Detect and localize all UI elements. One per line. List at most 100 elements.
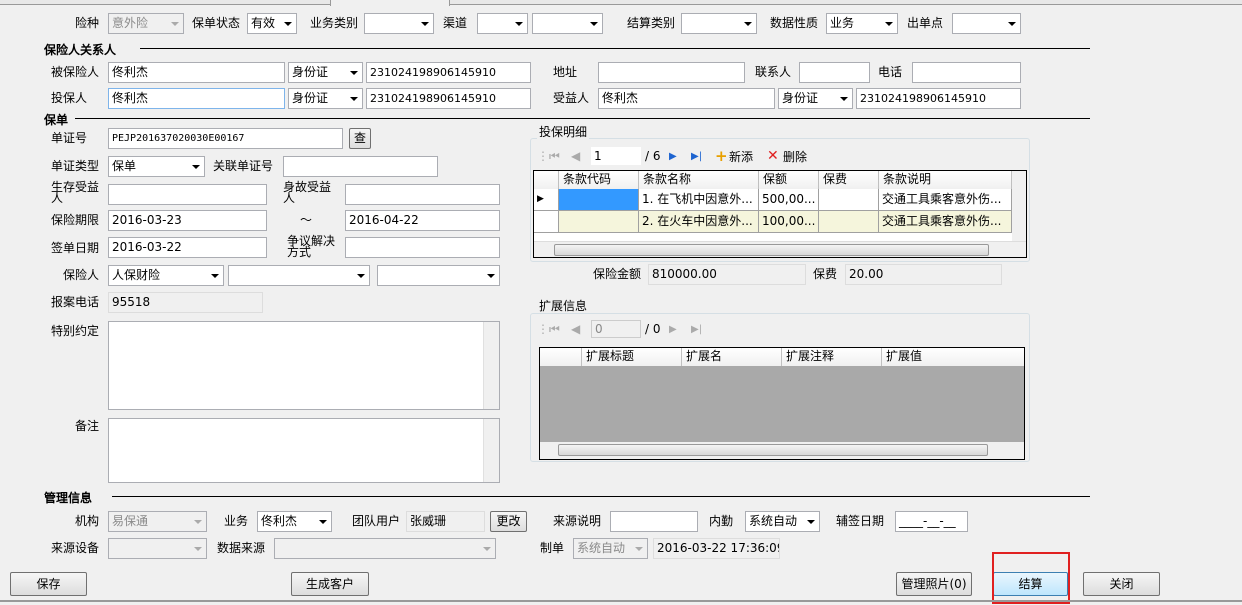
dispute-input[interactable] bbox=[345, 237, 500, 258]
premium-input[interactable]: 20.00 bbox=[845, 264, 1002, 285]
source-device-select[interactable] bbox=[108, 538, 207, 559]
settlement-category-select[interactable] bbox=[681, 13, 757, 34]
channel-sub-select[interactable] bbox=[532, 13, 603, 34]
insured-id-input[interactable]: 231024198906145910 bbox=[366, 62, 531, 83]
add-button[interactable]: 新添 bbox=[729, 148, 767, 165]
beneficiary-name-input[interactable]: 佟利杰 bbox=[598, 88, 775, 109]
table-cell[interactable] bbox=[559, 189, 639, 211]
channel-select[interactable] bbox=[477, 13, 528, 34]
column-header[interactable]: 条款名称 bbox=[639, 171, 759, 189]
column-header[interactable]: 保额 bbox=[759, 171, 819, 189]
change-button[interactable]: 更改 bbox=[490, 511, 527, 532]
first-page-icon[interactable]: ⏮ bbox=[549, 322, 571, 337]
scrollbar-thumb[interactable] bbox=[554, 244, 989, 256]
next-page-icon[interactable]: ▶ bbox=[669, 151, 691, 162]
table-cell[interactable] bbox=[819, 189, 879, 211]
first-page-icon[interactable]: ⏮ bbox=[549, 149, 571, 164]
period-end-input[interactable]: 2016-04-22 bbox=[345, 210, 500, 231]
manage-photos-button[interactable]: 管理照片(0) bbox=[896, 572, 972, 596]
source-desc-input[interactable] bbox=[610, 511, 698, 532]
settlement-category-label: 结算类别 bbox=[627, 16, 676, 30]
maker-select[interactable]: 系统自动 bbox=[573, 538, 648, 559]
prev-page-icon[interactable]: ◀ bbox=[571, 149, 591, 163]
horizontal-scrollbar[interactable] bbox=[540, 442, 1024, 459]
tab-active[interactable] bbox=[330, 0, 450, 6]
page-input[interactable]: 0 bbox=[591, 320, 641, 338]
insurer-select[interactable]: 人保财险 bbox=[108, 265, 224, 286]
last-page-icon[interactable]: ▶| bbox=[691, 324, 715, 335]
survival-beneficiary-input[interactable] bbox=[108, 184, 267, 205]
beneficiary-id-input[interactable]: 231024198906145910 bbox=[856, 88, 1021, 109]
applicant-id-input[interactable]: 231024198906145910 bbox=[366, 88, 531, 109]
chevron-down-icon bbox=[194, 520, 202, 524]
scrollbar-thumb[interactable] bbox=[558, 444, 988, 456]
query-button[interactable]: 查 bbox=[349, 128, 371, 149]
table-cell[interactable]: 1. 在飞机中因意外... bbox=[639, 189, 759, 211]
sum-insured-input[interactable]: 810000.00 bbox=[648, 264, 806, 285]
address-input[interactable] bbox=[598, 62, 745, 83]
close-button[interactable]: 关闭 bbox=[1083, 572, 1160, 596]
delete-button[interactable]: 删除 bbox=[783, 148, 807, 165]
data-nature-select[interactable]: 业务 bbox=[826, 13, 898, 34]
period-start-input[interactable]: 2016-03-23 bbox=[108, 210, 267, 231]
phone-input[interactable] bbox=[912, 62, 1021, 83]
column-header[interactable]: 保费 bbox=[819, 171, 879, 189]
org-select[interactable]: 易保通 bbox=[108, 511, 207, 532]
horizontal-scrollbar[interactable] bbox=[534, 241, 1026, 257]
issuing-point-select[interactable] bbox=[952, 13, 1021, 34]
chevron-down-icon bbox=[590, 22, 598, 26]
table-cell[interactable]: 2. 在火车中因意外... bbox=[639, 211, 759, 233]
doc-no-input[interactable]: PEJP201637020030E00167 bbox=[108, 128, 343, 149]
page-input[interactable]: 1 bbox=[591, 147, 641, 165]
chevron-down-icon bbox=[515, 22, 523, 26]
insurance-type-select[interactable]: 意外险 bbox=[108, 13, 184, 34]
biz-select[interactable]: 佟利杰 bbox=[257, 511, 332, 532]
column-header[interactable]: 扩展标题 bbox=[582, 348, 682, 366]
save-button[interactable]: 保存 bbox=[10, 572, 87, 596]
insurer-branch-select[interactable] bbox=[228, 265, 370, 286]
applicant-name-input[interactable]: 佟利杰 bbox=[108, 88, 285, 109]
table-cell[interactable]: 500,00... bbox=[759, 189, 819, 211]
chevron-down-icon bbox=[284, 22, 292, 26]
chevron-down-icon bbox=[807, 520, 815, 524]
make-time-input[interactable]: 2016-03-22 17:36:09 bbox=[653, 538, 780, 559]
policy-status-select[interactable]: 有效 bbox=[247, 13, 297, 34]
table-cell[interactable] bbox=[819, 211, 879, 233]
scrollbar[interactable] bbox=[483, 419, 499, 482]
table-cell[interactable]: 交通工具乘客意外伤... bbox=[879, 211, 1012, 233]
table-cell[interactable] bbox=[559, 211, 639, 233]
next-page-icon[interactable]: ▶ bbox=[669, 324, 691, 335]
special-terms-textarea[interactable] bbox=[108, 321, 500, 410]
remarks-textarea[interactable] bbox=[108, 418, 500, 483]
insured-name-input[interactable]: 佟利杰 bbox=[108, 62, 285, 83]
scrollbar[interactable] bbox=[483, 322, 499, 409]
column-header[interactable]: 条款说明 bbox=[879, 171, 1012, 189]
assist-date-input[interactable]: ____-__-__ bbox=[895, 511, 968, 532]
applicant-id-type-select[interactable]: 身份证 bbox=[288, 88, 363, 109]
column-header[interactable]: 扩展名 bbox=[682, 348, 782, 366]
last-page-icon[interactable]: ▶| bbox=[691, 151, 715, 162]
clerk-select[interactable]: 系统自动 bbox=[745, 511, 820, 532]
table-cell[interactable]: 100,00... bbox=[759, 211, 819, 233]
doc-type-select[interactable]: 保单 bbox=[108, 156, 205, 177]
related-doc-input[interactable] bbox=[283, 156, 438, 177]
column-header[interactable]: 条款代码 bbox=[559, 171, 639, 189]
column-header[interactable]: 扩展值 bbox=[882, 348, 1024, 366]
report-phone-input[interactable]: 95518 bbox=[108, 292, 263, 313]
report-phone-label: 报案电话 bbox=[51, 295, 100, 309]
team-user-input[interactable]: 张威珊 bbox=[406, 511, 485, 532]
sign-date-input[interactable]: 2016-03-22 bbox=[108, 237, 267, 258]
prev-page-icon[interactable]: ◀ bbox=[571, 322, 591, 336]
vertical-scrollbar[interactable] bbox=[1012, 171, 1026, 241]
table-cell[interactable]: 交通工具乘客意外伤... bbox=[879, 189, 1012, 211]
create-customer-button[interactable]: 生成客户 bbox=[291, 572, 369, 596]
business-category-select[interactable] bbox=[364, 13, 434, 34]
column-header[interactable]: 扩展注释 bbox=[782, 348, 882, 366]
data-source-select[interactable] bbox=[274, 538, 496, 559]
death-beneficiary-input[interactable] bbox=[345, 184, 500, 205]
insured-id-type-select[interactable]: 身份证 bbox=[288, 62, 363, 83]
insurer-label: 保险人 bbox=[63, 268, 100, 282]
beneficiary-id-type-select[interactable]: 身份证 bbox=[778, 88, 853, 109]
contact-input[interactable] bbox=[799, 62, 870, 83]
insurer-sub-select[interactable] bbox=[377, 265, 500, 286]
